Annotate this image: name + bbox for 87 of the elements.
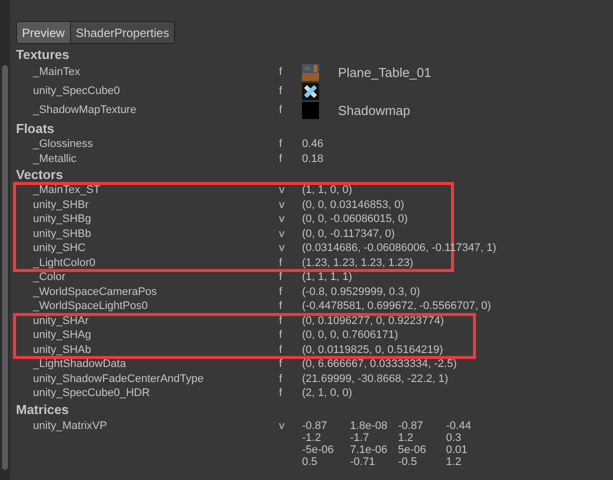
- property-value: (2, 1, 0, 0): [302, 386, 352, 401]
- property-type: f: [279, 357, 284, 372]
- texture-thumbnail: [302, 83, 319, 100]
- property-value: (0, 0, 0, 0.7606171): [302, 328, 398, 343]
- property-type: f: [279, 270, 284, 285]
- section-header: Floats: [16, 121, 56, 137]
- matrix-cell-text: -0.5: [398, 456, 418, 468]
- matrix-cell-text: 1.2: [446, 456, 462, 468]
- property-type: f: [279, 284, 284, 300]
- matrix-cell-text: 1.8e-08: [350, 420, 388, 432]
- property-type: f: [279, 137, 284, 152]
- property-name: unity_SHBg: [32, 212, 92, 227]
- property-value: 0.18: [302, 152, 324, 166]
- property-name: unity_SHAr: [32, 314, 90, 328]
- tab[interactable]: Preview: [17, 22, 70, 43]
- property-type: f: [279, 84, 284, 100]
- property-type: f: [279, 314, 284, 328]
- texture-thumbnail: [302, 64, 319, 81]
- property-value: 0.46: [302, 137, 324, 152]
- property-value: (0, 0, -0.06086015, 0): [302, 212, 408, 227]
- property-value: (21.69999, -30.8668, -22.2, 1): [302, 372, 448, 386]
- matrix-cell-text: -0.87: [398, 420, 424, 432]
- property-name: unity_SHC: [32, 241, 87, 256]
- property-name: _Glossiness: [32, 137, 94, 152]
- matrix-cell-text: 7.1e-06: [350, 444, 388, 456]
- property-type: f: [279, 103, 284, 118]
- property-type: v: [279, 183, 286, 198]
- property-name: _ShadowMapTexture: [32, 103, 138, 118]
- property-value: (-0.8, 0.9529999, 0.3, 0): [302, 284, 420, 300]
- matrix-cell-text: 5e-06: [398, 444, 428, 456]
- matrix-cell-text: -0.44: [446, 420, 472, 432]
- texture-name: Shadowmap: [338, 102, 410, 120]
- property-type: v: [279, 420, 286, 434]
- property-name: _WorldSpaceLightPos0: [32, 299, 149, 314]
- property-name: unity_MatrixVP: [32, 420, 108, 434]
- property-type: f: [279, 342, 284, 358]
- property-name: unity_SHAg: [32, 328, 92, 343]
- property-name: unity_SpecCube0_HDR: [32, 386, 151, 401]
- property-name: unity_SHBb: [32, 226, 92, 242]
- property-value: (0, 0.1096277, 0, 0.9223774): [302, 314, 444, 328]
- property-name: unity_SHBr: [32, 198, 90, 212]
- tab[interactable]: ShaderProperties: [70, 22, 174, 43]
- property-type: v: [279, 241, 286, 256]
- property-type: v: [279, 198, 286, 212]
- property-type: f: [279, 65, 284, 80]
- section-header: Vectors: [16, 167, 64, 183]
- property-name: _LightColor0: [32, 256, 96, 270]
- property-type: v: [279, 226, 286, 242]
- property-name: _MainTex: [32, 65, 82, 80]
- matrix-cell-text: -0.71: [350, 456, 376, 468]
- property-name: _LightShadowData: [32, 357, 127, 372]
- property-name: unity_SHAb: [32, 342, 92, 358]
- scrollbar[interactable]: [0, 0, 10, 480]
- matrix-cell-text: -1.7: [350, 432, 370, 444]
- texture-name: Plane_Table_01: [338, 64, 432, 82]
- property-value: (1.23, 1.23, 1.23, 1.23): [302, 256, 414, 270]
- property-name: unity_SpecCube0: [32, 84, 121, 100]
- property-type: f: [279, 299, 284, 314]
- matrix-cell-text: 0.3: [446, 432, 462, 444]
- matrix-cell-text: -1.2: [302, 432, 322, 444]
- matrix-cell-text: 0.5: [302, 456, 318, 468]
- section-header: Textures: [16, 47, 70, 63]
- scrollbar-thumb[interactable]: [2, 65, 8, 470]
- property-type: f: [279, 152, 284, 166]
- property-name: unity_ShadowFadeCenterAndType: [32, 372, 205, 386]
- texture-thumbnail: [302, 102, 319, 119]
- property-type: f: [279, 386, 284, 401]
- property-name: _MainTex_ST: [32, 183, 102, 198]
- property-value: (-0.4478581, 0.699672, -0.5566707, 0): [302, 299, 491, 314]
- property-type: f: [279, 372, 284, 386]
- property-name: _Metallic: [32, 152, 78, 166]
- matrix-cell-text: -0.87: [302, 420, 328, 432]
- property-value: (0, 0.0119825, 0, 0.5164219): [302, 342, 444, 358]
- matrix-cell-text: -5e-06: [302, 444, 335, 456]
- property-value: (1, 1, 1, 1): [302, 270, 352, 285]
- section-header: Matrices: [16, 402, 70, 418]
- property-value: (1, 1, 0, 0): [302, 183, 352, 198]
- property-value: (0, 0, -0.117347, 0): [302, 226, 395, 242]
- property-value: (0, 0, 0.03146853, 0): [302, 198, 404, 212]
- property-value: (0, 6.666667, 0.03333334, -2.5): [302, 357, 457, 372]
- property-type: f: [279, 328, 284, 343]
- property-type: v: [279, 212, 286, 227]
- property-name: _Color: [32, 270, 66, 285]
- matrix-cell-text: 1.2: [398, 432, 414, 444]
- matrix-cell-text: 0.01: [446, 444, 468, 456]
- property-name: _WorldSpaceCameraPos: [32, 284, 158, 300]
- property-type: f: [279, 256, 284, 270]
